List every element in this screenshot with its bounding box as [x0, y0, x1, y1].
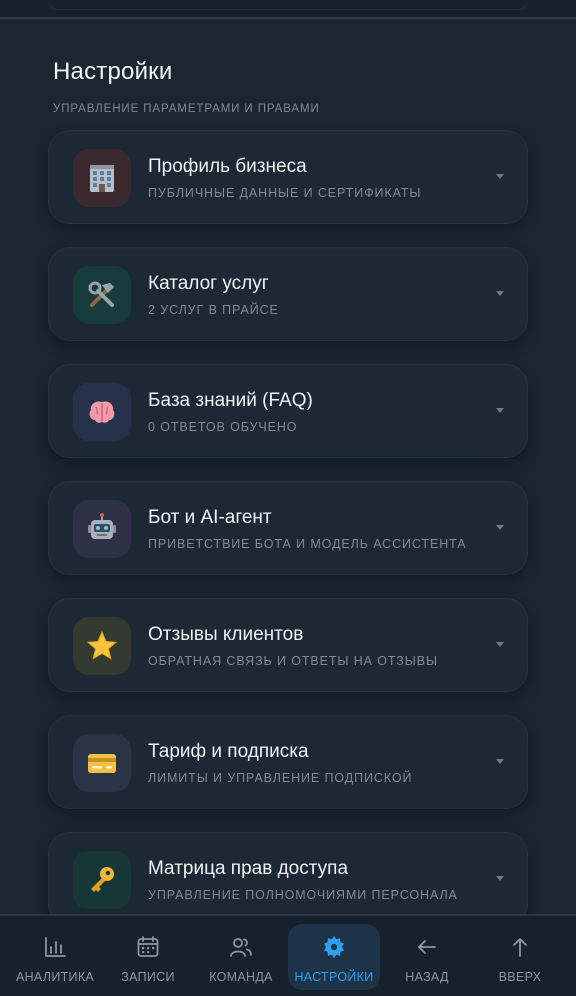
section-subtitle: ЛИМИТЫ И УПРАВЛЕНИЕ ПОДПИСКОЙ [148, 771, 413, 785]
section-service-catalog[interactable]: Каталог услуг 2 УСЛУГ В ПРАЙСЕ [48, 247, 528, 341]
calendar-icon [137, 936, 159, 957]
star-icon [86, 630, 118, 660]
nav-label: ВВЕРХ [498, 970, 542, 984]
section-subtitle: ПРИВЕТСТВИЕ БОТА И МОДЕЛЬ АССИСТЕНТА [148, 537, 467, 551]
nav-team[interactable]: КОМАНДА [195, 924, 287, 990]
key-icon [91, 867, 114, 892]
nav-label: НАСТРОЙКИ [294, 970, 374, 984]
section-bot-ai-agent[interactable]: Бот и AI-агент ПРИВЕТСТВИЕ БОТА И МОДЕЛЬ… [48, 481, 528, 575]
nav-back[interactable]: НАЗАД [381, 924, 473, 990]
section-title: Каталог услуг [148, 273, 269, 294]
section-access-matrix[interactable]: Матрица прав доступа УПРАВЛЕНИЕ ПОЛНОМОЧ… [48, 832, 528, 926]
section-subtitle: ПУБЛИЧНЫЕ ДАННЫЕ И СЕРТИФИКАТЫ [148, 186, 422, 200]
section-icon-tile [73, 266, 131, 324]
section-title: Бот и AI-агент [148, 507, 272, 528]
section-icon-tile [73, 500, 131, 558]
section-subtitle: 2 УСЛУГ В ПРАЙСЕ [148, 303, 279, 317]
nav-scroll-top[interactable]: ВВЕРХ [474, 924, 566, 990]
chevron-down-icon[interactable] [495, 171, 505, 181]
section-icon-tile [73, 734, 131, 792]
section-icon-tile [73, 617, 131, 675]
section-title: Тариф и подписка [148, 741, 309, 762]
section-title: Отзывы клиентов [148, 624, 304, 645]
bottom-navigation: АНАЛИТИКА ЗАПИСИ КОМАНДА НАСТРОЙКИ НАЗАД [0, 914, 576, 996]
section-knowledge-base[interactable]: База знаний (FAQ) 0 ОТВЕТОВ ОБУЧЕНО [48, 364, 528, 458]
nav-label: АНАЛИТИКА [15, 970, 95, 984]
bar-chart-icon [45, 937, 66, 957]
section-title: Матрица прав доступа [148, 858, 349, 879]
office-building-icon [90, 165, 114, 192]
robot-icon [88, 513, 116, 539]
arrow-left-icon [418, 940, 436, 954]
section-title: Профиль бизнеса [148, 156, 307, 177]
chevron-down-icon[interactable] [495, 288, 505, 298]
section-business-profile[interactable]: Профиль бизнеса ПУБЛИЧНЫЕ ДАННЫЕ И СЕРТИ… [48, 130, 528, 224]
section-plan-subscription[interactable]: Тариф и подписка ЛИМИТЫ И УПРАВЛЕНИЕ ПОД… [48, 715, 528, 809]
brain-icon [89, 401, 115, 423]
top-bar [0, 0, 576, 19]
chevron-down-icon[interactable] [495, 522, 505, 532]
section-title: База знаний (FAQ) [148, 390, 313, 411]
section-icon-tile [73, 851, 131, 909]
users-icon [230, 938, 252, 957]
chevron-down-icon[interactable] [495, 405, 505, 415]
chevron-down-icon[interactable] [495, 756, 505, 766]
nav-label: КОМАНДА [209, 970, 273, 984]
nav-bookings[interactable]: ЗАПИСИ [102, 924, 194, 990]
chevron-down-icon[interactable] [495, 639, 505, 649]
section-subtitle: ОБРАТНАЯ СВЯЗЬ И ОТВЕТЫ НА ОТЗЫВЫ [148, 654, 438, 668]
credit-card-icon [88, 754, 116, 773]
chevron-down-icon[interactable] [495, 873, 505, 883]
section-icon-tile [73, 383, 131, 441]
page-subtitle: УПРАВЛЕНИЕ ПАРАМЕТРАМИ И ПРАВАМИ [53, 103, 320, 115]
nav-label: НАЗАД [405, 970, 449, 984]
hammer-wrench-icon [88, 281, 114, 307]
arrow-up-icon [513, 938, 527, 957]
section-subtitle: УПРАВЛЕНИЕ ПОЛНОМОЧИЯМИ ПЕРСОНАЛА [148, 888, 458, 902]
page-header: Настройки УПРАВЛЕНИЕ ПАРАМЕТРАМИ И ПРАВА… [53, 58, 523, 115]
section-icon-tile [73, 149, 131, 207]
section-customer-reviews[interactable]: Отзывы клиентов ОБРАТНАЯ СВЯЗЬ И ОТВЕТЫ … [48, 598, 528, 692]
gear-icon [324, 936, 344, 958]
page-title: Настройки [53, 58, 173, 85]
nav-analytics[interactable]: АНАЛИТИКА [9, 924, 101, 990]
nav-settings[interactable]: НАСТРОЙКИ [288, 924, 380, 990]
nav-label: ЗАПИСИ [121, 970, 175, 984]
section-subtitle: 0 ОТВЕТОВ ОБУЧЕНО [148, 420, 298, 434]
